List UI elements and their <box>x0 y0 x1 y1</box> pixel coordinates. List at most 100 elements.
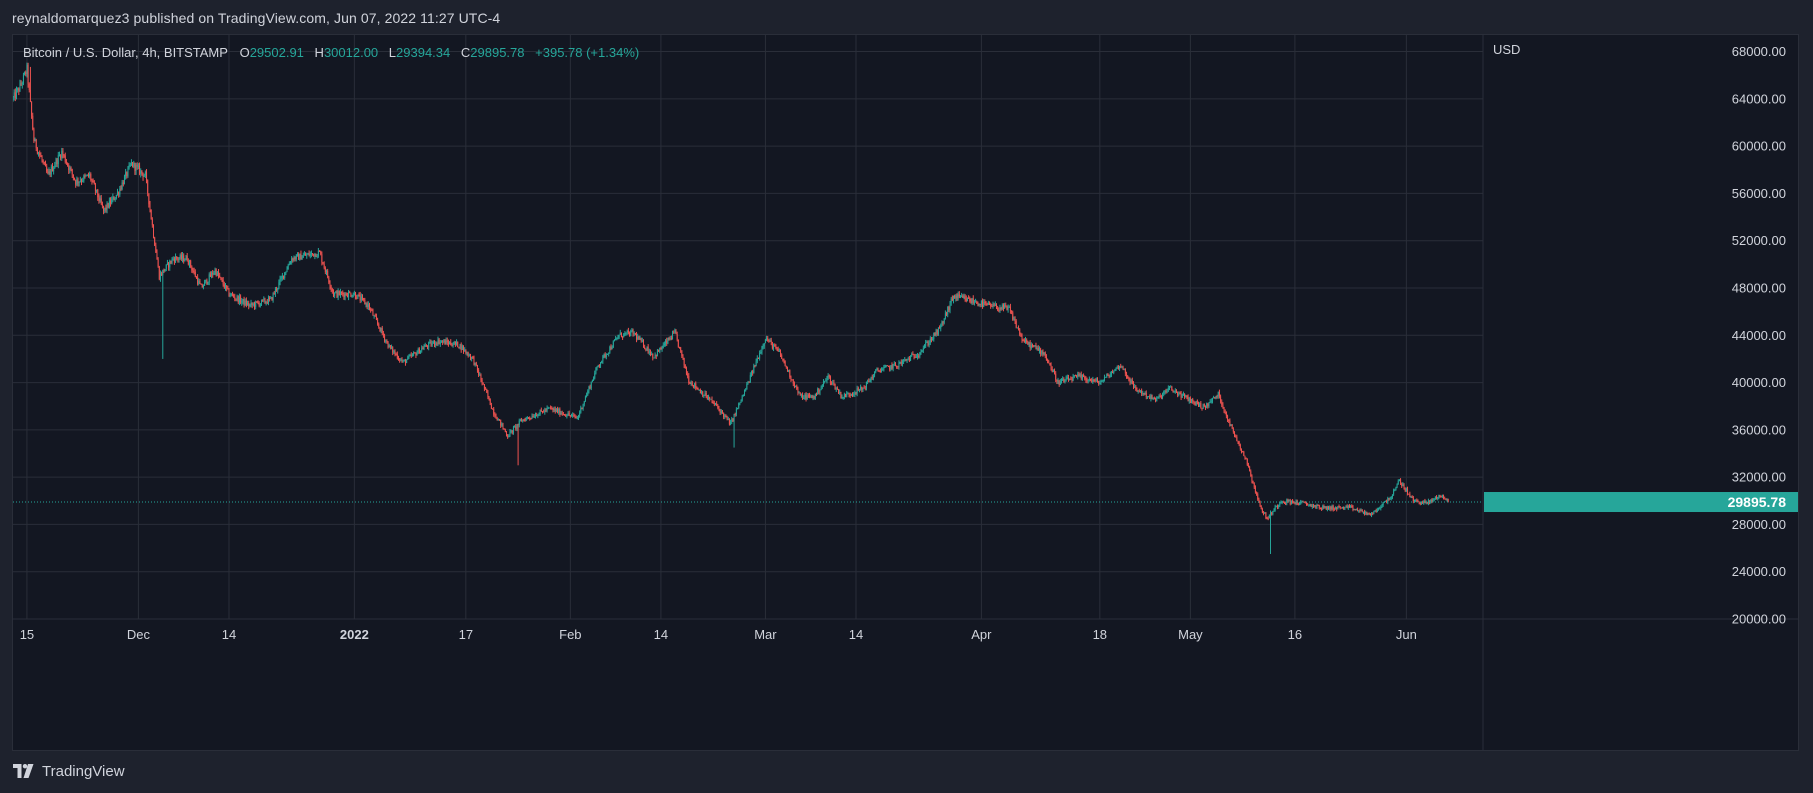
candle-body <box>721 410 723 414</box>
candle-body <box>780 351 782 356</box>
candle-body <box>1052 370 1054 373</box>
candle-body <box>813 395 815 399</box>
candle-body <box>961 295 963 297</box>
candle-body <box>26 64 28 74</box>
candle-body <box>1069 379 1071 381</box>
candle-body <box>346 295 348 298</box>
candle-body <box>1263 512 1265 514</box>
candle-body <box>1199 403 1201 407</box>
candle-body <box>1101 381 1103 383</box>
candle-body <box>644 347 646 349</box>
candle-body <box>271 297 273 301</box>
candle-body <box>1339 506 1341 508</box>
candle-body <box>1445 498 1447 500</box>
candle-body <box>937 327 939 335</box>
candle-body <box>915 356 917 358</box>
footer-brand[interactable]: TradingView <box>13 762 125 780</box>
candle-body <box>760 351 762 353</box>
candle-body <box>1266 518 1268 520</box>
candle-body <box>478 370 480 376</box>
candle-body <box>1209 401 1211 403</box>
candle-body <box>1174 390 1176 392</box>
candle-body <box>518 420 520 425</box>
candle-body <box>77 179 79 183</box>
candle-body <box>1020 334 1022 337</box>
candle-body <box>812 395 814 398</box>
candle-body <box>1070 379 1072 381</box>
candle-body <box>1364 511 1366 514</box>
candle-body <box>1061 380 1063 382</box>
candle-body <box>86 174 88 176</box>
candle-body <box>528 417 530 419</box>
candle-body <box>100 198 102 204</box>
candle-body <box>274 289 276 294</box>
candle-body <box>411 354 413 357</box>
candle-body <box>531 416 533 419</box>
candle-body <box>870 377 872 382</box>
candle-body <box>82 180 84 182</box>
candle-body <box>459 344 461 348</box>
candle-body <box>1286 499 1288 504</box>
candle-body <box>331 288 333 292</box>
candle-body <box>295 254 297 260</box>
candle-body <box>83 175 85 181</box>
candle-body <box>1418 501 1420 503</box>
candle-body <box>817 388 819 395</box>
candle-body <box>631 330 633 332</box>
candle-body <box>558 409 560 413</box>
candle-body <box>492 408 494 410</box>
candle-body <box>460 344 462 351</box>
candle-body <box>240 296 242 303</box>
candle-body <box>170 260 172 263</box>
candle-body <box>63 154 65 156</box>
candle-body <box>294 257 296 260</box>
candle-body <box>1376 508 1378 513</box>
candle-body <box>925 342 927 347</box>
candle-body <box>764 339 766 344</box>
candle-body <box>74 177 76 181</box>
candle-body <box>1234 431 1236 437</box>
candle-body <box>1345 506 1347 508</box>
candle-body <box>468 355 470 357</box>
candle-body <box>57 155 59 165</box>
candle-body <box>1145 392 1147 397</box>
candle-body <box>918 355 920 357</box>
candle-body <box>105 207 107 210</box>
candle-body <box>377 319 379 324</box>
candle-body <box>703 395 705 397</box>
candle-body <box>250 302 252 305</box>
candle-body <box>998 309 1000 311</box>
candle-body <box>1275 505 1277 507</box>
candle-body <box>766 337 768 340</box>
candle-body <box>634 333 636 335</box>
candle-body <box>928 342 930 346</box>
candle-body <box>67 163 69 166</box>
candle-body <box>1124 368 1126 374</box>
candle-body <box>610 346 612 350</box>
candle-body <box>1249 466 1251 472</box>
candle-body <box>771 342 773 349</box>
candle-body <box>135 165 137 171</box>
candle-body <box>1027 342 1029 345</box>
candle-body <box>366 303 368 308</box>
candle-body <box>1175 390 1177 392</box>
candle-body <box>1239 444 1241 449</box>
chart-panel[interactable]: USD 68000.00 64000.00 60000.00 56000.00 52000… <box>12 34 1799 751</box>
candle-body <box>334 292 336 296</box>
close-value: 29895.78 <box>470 45 525 60</box>
candle-body <box>608 352 610 354</box>
candle-body <box>263 298 265 300</box>
candle-body <box>768 341 770 343</box>
candlestick-chart[interactable]: USD 68000.00 64000.00 60000.00 56000.00 52000… <box>13 35 1798 750</box>
candle-body <box>423 346 425 350</box>
candle-body <box>774 345 776 347</box>
candle-body <box>878 370 880 372</box>
candle-body <box>39 152 41 156</box>
candle-body <box>461 346 463 351</box>
candle-body <box>265 302 267 304</box>
candle-body <box>93 181 95 185</box>
candle-body <box>1396 484 1398 488</box>
candle-body <box>1357 509 1359 512</box>
candle-body <box>607 353 609 355</box>
candle-body <box>912 354 914 356</box>
